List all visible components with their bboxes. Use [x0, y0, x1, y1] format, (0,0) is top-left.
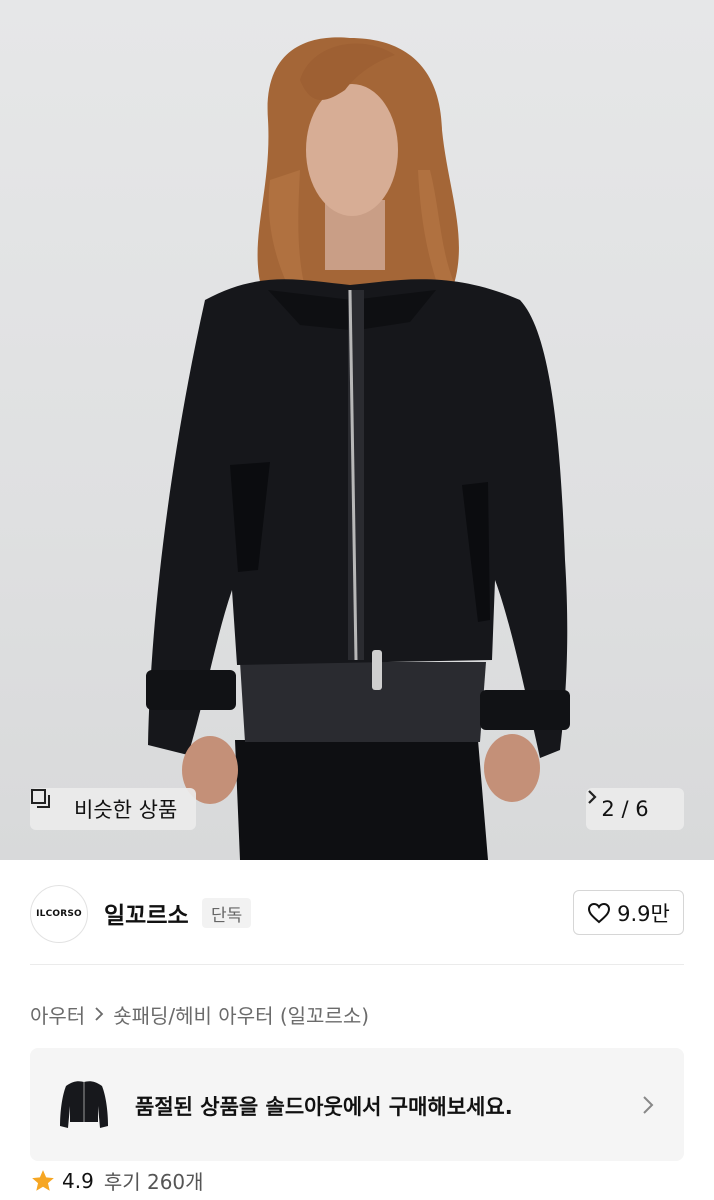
- similar-products-label: 비슷한 상품: [74, 798, 178, 822]
- breadcrumb-subcategory[interactable]: 숏패딩/헤비 아우터 (일꼬르소): [113, 1000, 369, 1029]
- breadcrumb-category[interactable]: 아우터: [30, 1000, 85, 1029]
- divider: [30, 964, 684, 965]
- rating-summary[interactable]: 4.9 후기 260개: [30, 1166, 204, 1195]
- model-photo: [146, 37, 570, 860]
- star-icon: [32, 1169, 54, 1191]
- rating-score: 4.9: [62, 1168, 94, 1193]
- chevron-right-icon: [588, 790, 669, 818]
- exclusive-badge: 단독: [202, 898, 252, 928]
- breadcrumb: 아우터 숏패딩/헤비 아우터 (일꼬르소): [30, 1000, 369, 1029]
- chevron-right-icon: [642, 1094, 654, 1116]
- brand-logo-text: ILCORSO: [36, 909, 82, 919]
- similar-products-button[interactable]: 비슷한 상품: [30, 788, 196, 830]
- brand-name[interactable]: 일꼬르소: [104, 896, 189, 930]
- similar-icon: [31, 789, 66, 820]
- brand-logo[interactable]: ILCORSO: [30, 885, 88, 943]
- heart-icon: [588, 902, 611, 923]
- product-image[interactable]: 비슷한 상품 2 / 6: [0, 0, 714, 860]
- chevron-right-icon: [94, 1003, 104, 1027]
- like-button[interactable]: 9.9만: [573, 890, 684, 935]
- soldout-banner[interactable]: 품절된 상품을 솔드아웃에서 구매해보세요.: [30, 1048, 684, 1161]
- soldout-banner-text: 품절된 상품을 솔드아웃에서 구매해보세요.: [135, 1095, 513, 1119]
- like-count: 9.9만: [617, 901, 670, 926]
- jacket-thumbnail: [52, 1072, 116, 1136]
- image-page-indicator[interactable]: 2 / 6: [586, 788, 684, 830]
- review-count: 후기 260개: [103, 1170, 204, 1194]
- page-indicator-text: 2 / 6: [601, 797, 649, 821]
